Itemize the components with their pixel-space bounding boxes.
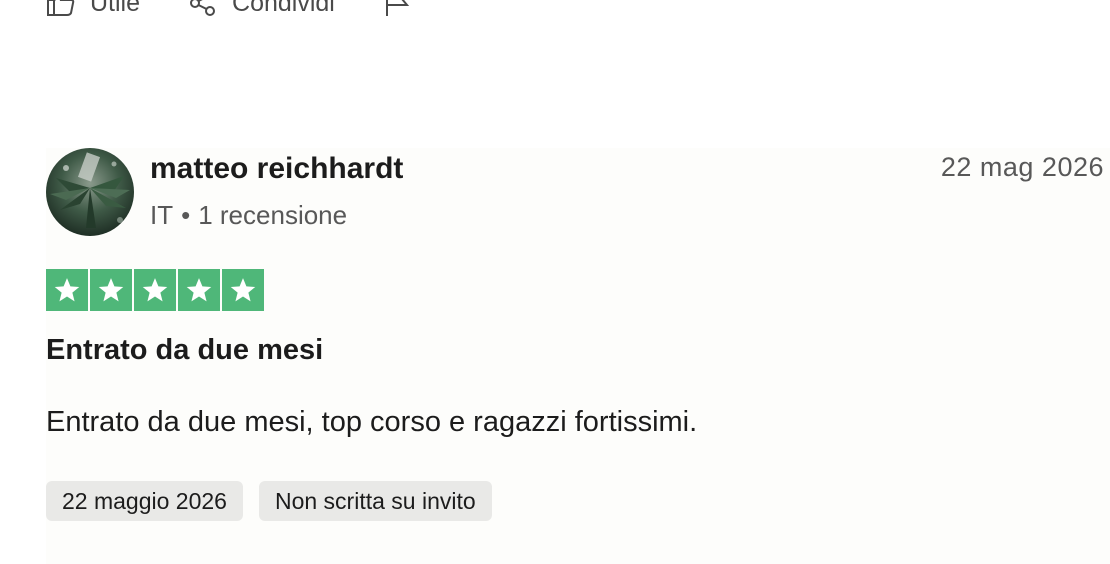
star-icon [134,269,176,311]
share-button[interactable]: Condividi [188,0,335,18]
star-icon [222,269,264,311]
review-page: Utile Condividi matteo reichhardt IT • 1… [0,0,1110,564]
report-button[interactable] [383,0,413,18]
star-rating [46,269,264,311]
review-tags: 22 maggio 2026 Non scritta su invito [46,481,492,521]
star-icon [46,269,88,311]
review-card: matteo reichhardt IT • 1 recensione 22 mag… [46,148,1110,564]
reviewer-meta: IT • 1 recensione [150,200,347,231]
useful-button[interactable]: Utile [46,0,140,18]
review-title: Entrato da due mesi [46,334,324,366]
reviewer-name[interactable]: matteo reichhardt [150,152,403,186]
review-date: 22 mag 2026 [940,152,1104,182]
meta-separator: • [181,200,191,230]
share-icon [188,0,218,18]
share-label: Condividi [232,0,335,17]
reviewer-avatar[interactable] [46,148,134,236]
thumbs-up-icon [46,0,76,18]
star-icon [90,269,132,311]
review-body: Entrato da due mesi, top corso e ragazzi… [46,406,698,438]
experience-date-badge: 22 maggio 2026 [46,481,243,521]
flag-icon [383,0,413,18]
reviewer-country: IT [150,200,174,230]
review-actions-bar: Utile Condividi [46,0,461,20]
star-icon [178,269,220,311]
useful-label: Utile [90,0,141,17]
reviewer-review-count: 1 recensione [198,200,348,230]
invite-status-badge: Non scritta su invito [258,481,492,521]
